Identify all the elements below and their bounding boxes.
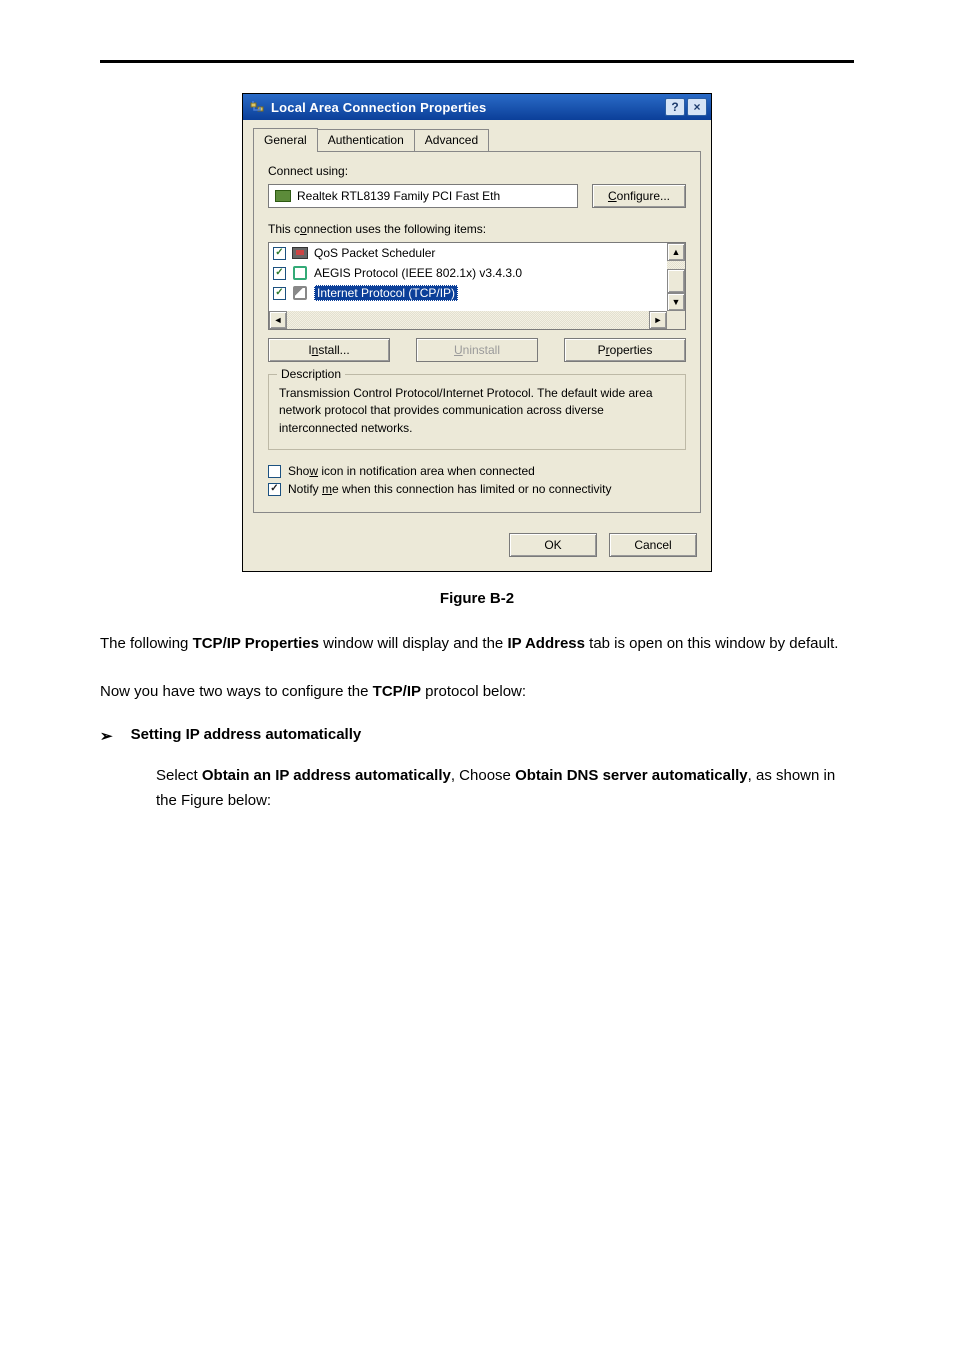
nic-icon: [275, 190, 291, 202]
checkbox[interactable]: [268, 465, 281, 478]
items-label: This connection uses the following items…: [268, 222, 686, 236]
list-item[interactable]: ✓ Internet Protocol (TCP/IP): [269, 283, 667, 303]
list-item-label: Internet Protocol (TCP/IP): [314, 285, 458, 301]
list-item[interactable]: ✓ QoS Packet Scheduler: [269, 243, 667, 263]
connect-using-label: Connect using:: [268, 164, 686, 178]
dialog-title: Local Area Connection Properties: [271, 100, 665, 115]
paragraph-2: Now you have two ways to configure the T…: [100, 679, 854, 705]
checkbox[interactable]: ✓: [273, 267, 286, 280]
configure-button[interactable]: Configure...: [592, 184, 686, 208]
qos-icon: [292, 245, 308, 261]
tab-auth-label: Authentication: [328, 133, 404, 147]
show-icon-checkbox-row[interactable]: Show icon in notification area when conn…: [268, 464, 686, 478]
paragraph-1: The following TCP/IP Properties window w…: [100, 631, 854, 657]
bullet-item: ➢ Setting IP address automatically: [100, 726, 854, 749]
close-button[interactable]: ×: [687, 98, 707, 116]
scroll-right-icon[interactable]: ►: [649, 311, 667, 329]
description-legend: Description: [277, 367, 345, 381]
tcpip-icon: [292, 285, 308, 301]
page-top-rule: [100, 60, 854, 63]
adapter-name: Realtek RTL8139 Family PCI Fast Eth: [297, 189, 500, 203]
aegis-icon: [292, 265, 308, 281]
checkbox[interactable]: [268, 483, 281, 496]
scroll-left-icon[interactable]: ◄: [269, 311, 287, 329]
checkbox[interactable]: ✓: [273, 287, 286, 300]
description-text: Transmission Control Protocol/Internet P…: [279, 385, 675, 437]
tab-advanced[interactable]: Advanced: [414, 129, 489, 151]
uninstall-button: Uninstall: [416, 338, 538, 362]
list-item[interactable]: ✓ AEGIS Protocol (IEEE 802.1x) v3.4.3.0: [269, 263, 667, 283]
tab-general[interactable]: General: [253, 128, 318, 152]
install-button[interactable]: Install...: [268, 338, 390, 362]
notify-label: Notify me when this connection has limit…: [288, 482, 612, 496]
help-button[interactable]: ?: [665, 98, 685, 116]
tabs: General Authentication Advanced: [243, 120, 711, 151]
ok-label: OK: [544, 538, 561, 552]
cancel-label: Cancel: [634, 538, 671, 552]
notify-checkbox-row[interactable]: Notify me when this connection has limit…: [268, 482, 686, 496]
ok-button[interactable]: OK: [509, 533, 597, 557]
horizontal-scrollbar[interactable]: ◄ ►: [269, 311, 667, 329]
tab-general-label: General: [264, 133, 307, 147]
titlebar[interactable]: Local Area Connection Properties ? ×: [243, 94, 711, 120]
scroll-down-icon[interactable]: ▼: [667, 293, 685, 311]
figure-caption: Figure B-2: [100, 590, 854, 607]
list-item-label: AEGIS Protocol (IEEE 802.1x) v3.4.3.0: [314, 266, 522, 280]
list-item-label: QoS Packet Scheduler: [314, 246, 435, 260]
tab-authentication[interactable]: Authentication: [317, 129, 415, 151]
properties-button[interactable]: Properties: [564, 338, 686, 362]
scroll-corner: [667, 311, 685, 329]
scroll-track[interactable]: [287, 311, 649, 329]
tab-panel-general: Connect using: Realtek RTL8139 Family PC…: [253, 151, 701, 513]
connection-icon: [249, 99, 265, 115]
bullet-icon: ➢: [100, 726, 113, 749]
bullet-text: Setting IP address automatically: [131, 726, 362, 743]
configure-accel: C: [608, 189, 617, 203]
dialog-footer: OK Cancel: [243, 523, 711, 571]
checkbox[interactable]: ✓: [273, 247, 286, 260]
vertical-scrollbar[interactable]: ▲ ▼: [667, 243, 685, 311]
tab-advanced-label: Advanced: [425, 133, 478, 147]
adapter-field: Realtek RTL8139 Family PCI Fast Eth: [268, 184, 578, 208]
scroll-up-icon[interactable]: ▲: [667, 243, 685, 261]
paragraph-3: Select Obtain an IP address automaticall…: [156, 763, 854, 814]
scroll-track[interactable]: [667, 261, 685, 269]
scroll-thumb[interactable]: [667, 269, 685, 293]
components-listbox[interactable]: ✓ QoS Packet Scheduler ✓ AEGIS Protocol …: [268, 242, 686, 330]
description-group: Description Transmission Control Protoco…: [268, 374, 686, 450]
cancel-button[interactable]: Cancel: [609, 533, 697, 557]
properties-dialog: Local Area Connection Properties ? × Gen…: [242, 93, 712, 572]
show-icon-label: Show icon in notification area when conn…: [288, 464, 535, 478]
